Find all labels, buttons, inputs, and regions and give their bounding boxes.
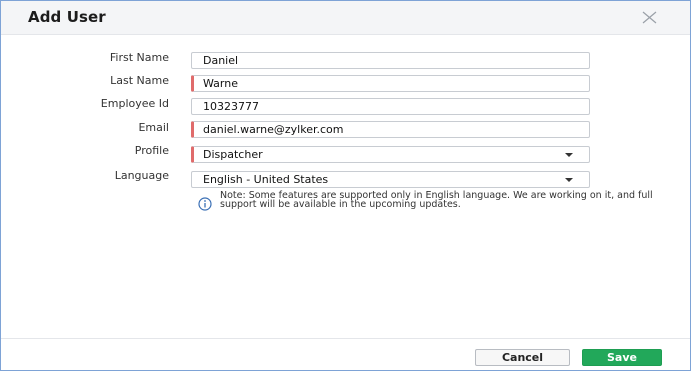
save-button[interactable]: Save bbox=[582, 349, 662, 366]
last-name-value: Warne bbox=[203, 77, 238, 90]
language-value: English - United States bbox=[203, 173, 329, 186]
dialog-title: Add User bbox=[28, 8, 106, 26]
chevron-down-icon bbox=[565, 178, 573, 182]
profile-select[interactable]: Dispatcher bbox=[191, 146, 590, 163]
employee-id-field[interactable]: 10323777 bbox=[191, 98, 590, 115]
email-field[interactable]: daniel.warne@zylker.com bbox=[191, 121, 590, 138]
employee-id-value: 10323777 bbox=[203, 100, 259, 113]
last-name-label: Last Name bbox=[110, 74, 169, 87]
email-value: daniel.warne@zylker.com bbox=[203, 123, 344, 136]
profile-value: Dispatcher bbox=[203, 148, 263, 161]
email-label: Email bbox=[138, 121, 169, 134]
first-name-value: Daniel bbox=[203, 54, 239, 67]
employee-id-label: Employee Id bbox=[100, 97, 169, 110]
dialog-header: Add User bbox=[1, 1, 690, 35]
language-label: Language bbox=[114, 169, 169, 182]
close-icon[interactable] bbox=[642, 10, 657, 25]
first-name-label: First Name bbox=[109, 51, 169, 64]
profile-label: Profile bbox=[134, 144, 169, 157]
first-name-field[interactable]: Daniel bbox=[191, 52, 590, 69]
cancel-button[interactable]: Cancel bbox=[475, 349, 570, 366]
last-name-field[interactable]: Warne bbox=[191, 75, 590, 92]
note-text: Note: Some features are supported only i… bbox=[220, 190, 653, 210]
language-select[interactable]: English - United States bbox=[191, 171, 590, 188]
info-icon bbox=[198, 197, 212, 211]
add-user-dialog: Add User First Name Daniel Last Name War… bbox=[0, 0, 691, 371]
chevron-down-icon bbox=[565, 153, 573, 157]
